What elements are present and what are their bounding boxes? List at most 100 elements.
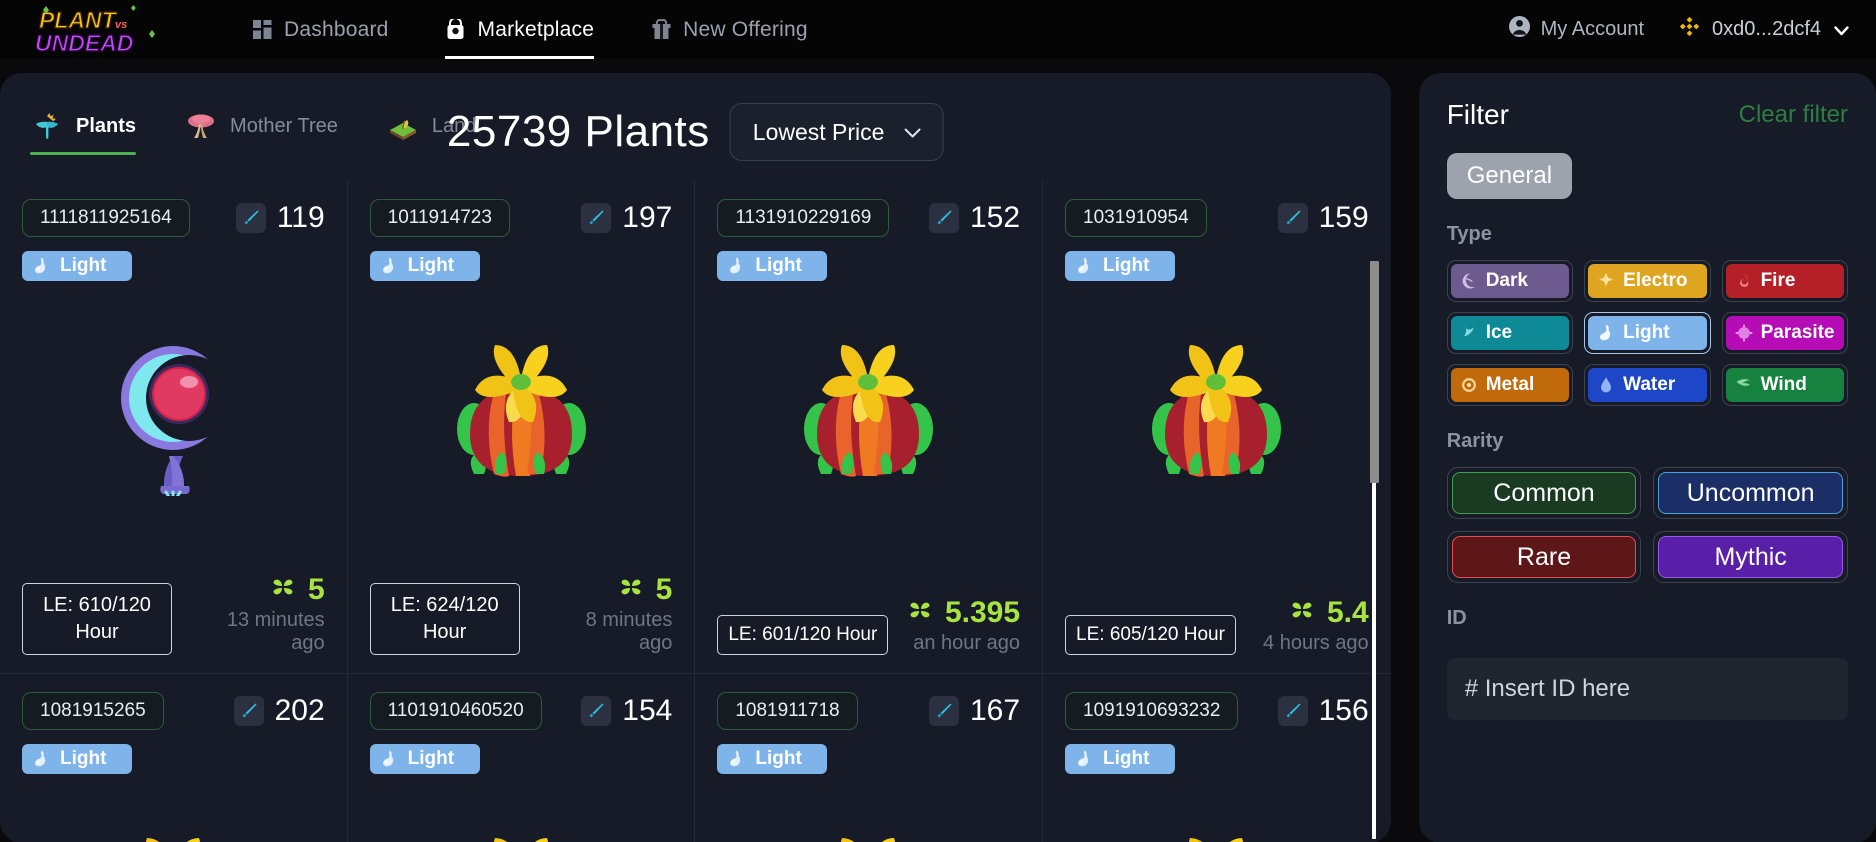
tab-plants[interactable]: Plants — [30, 109, 137, 155]
plant-artwork — [0, 301, 347, 521]
nav-label-dashboard: Dashboard — [284, 17, 389, 41]
price-row: 5.4 — [1287, 595, 1369, 630]
sort-dropdown[interactable]: Lowest Price — [729, 103, 944, 161]
clover-icon — [268, 572, 298, 607]
type-filter-fire[interactable]: Fire — [1721, 260, 1848, 302]
card-header: 1101910460520 154 — [369, 692, 673, 730]
price-row: 5.395 — [905, 595, 1020, 630]
card-footer: LE: 610/120 Hour 5 13 minutes ago — [22, 572, 325, 655]
plant-card[interactable]: 1031910954 159 Light LE: 605/120 Hour 5.4 4 h… — [1043, 181, 1391, 674]
power-group: 156 — [1277, 694, 1369, 728]
rarity-filter-mythic[interactable]: Mythic — [1653, 531, 1848, 583]
type-filter-dark[interactable]: Dark — [1446, 260, 1574, 302]
tab-label-plants: Plants — [76, 114, 137, 137]
scrollbar-thumb[interactable] — [1369, 261, 1379, 483]
card-footer: LE: 605/120 Hour 5.4 4 hours ago — [1065, 595, 1369, 655]
title-and-sort: 25739 Plants Lowest Price — [447, 103, 944, 161]
plant-id-pill[interactable]: 1031910954 — [1065, 199, 1207, 237]
plant-id-pill[interactable]: 1131910229169 — [717, 199, 890, 237]
type-filter-wind[interactable]: Wind — [1721, 364, 1848, 406]
light-element-icon — [1073, 255, 1095, 277]
type-filter-electro[interactable]: Electro — [1584, 260, 1711, 302]
plant-type-badge: Light — [369, 251, 480, 281]
plant-id-pill[interactable]: 1081911718 — [717, 692, 858, 730]
card-header: 1091910693232 156 — [1065, 692, 1369, 730]
wind-element-icon — [1734, 375, 1754, 395]
my-account-button[interactable]: My Account — [1508, 15, 1644, 44]
type-filter-metal[interactable]: Metal — [1446, 364, 1574, 406]
chevron-down-icon[interactable] — [1832, 21, 1850, 39]
plant-card[interactable]: 1081915265 202 Light — [0, 674, 348, 842]
category-tabs: Plants Mother Tree Land — [30, 109, 476, 155]
type-section-label: Type — [1446, 223, 1492, 245]
plant-artwork — [348, 301, 695, 521]
plant-card[interactable]: 1091910693232 156 Light — [1043, 674, 1391, 842]
type-filter-water[interactable]: Water — [1584, 364, 1711, 406]
tab-mother-tree[interactable]: Mother Tree — [184, 109, 338, 155]
plant-card[interactable]: 1101910460520 154 Light — [348, 674, 696, 842]
power-value: 152 — [969, 201, 1021, 234]
plant-card[interactable]: 1111811925164 119 Light LE: 610/120 Hour 5 13… — [0, 181, 348, 674]
type-filter-parasite[interactable]: Parasite — [1721, 312, 1848, 354]
fire-element-icon — [1734, 271, 1754, 291]
metal-element-icon — [1459, 375, 1479, 395]
app-logo[interactable]: PLANT vs UNDEAD — [31, 4, 166, 56]
header-right-group: My Account 0xd0...2dcf4 — [1508, 0, 1850, 59]
plant-id-pill[interactable]: 1011914723 — [369, 199, 510, 237]
plant-id-pill[interactable]: 1091910693232 — [1065, 692, 1239, 730]
type-filter-light[interactable]: Light — [1584, 312, 1711, 354]
my-account-label: My Account — [1540, 18, 1645, 40]
wallet-button[interactable]: 0xd0...2dcf4 — [1678, 15, 1850, 44]
type-filter-grid: Dark Electro Fire Ice Light Parasite Metal Wate… — [1446, 260, 1848, 406]
power-value: 119 — [276, 201, 325, 234]
le-box: LE: 601/120 Hour — [717, 615, 889, 655]
gift-icon — [650, 19, 672, 41]
price-meta: 5.395 an hour ago — [905, 595, 1020, 655]
vertical-scrollbar[interactable] — [1369, 261, 1379, 839]
plant-id-pill[interactable]: 1081915265 — [22, 692, 164, 730]
plant-card[interactable]: 1011914723 197 Light LE: 624/120 Hour 5 8 min… — [347, 181, 696, 674]
plant-id-pill[interactable]: 1101910460520 — [369, 692, 542, 730]
light-element-icon — [725, 748, 747, 770]
power-group: 197 — [581, 201, 672, 235]
plant-type-badge: Light — [1065, 744, 1176, 774]
dark-element-icon — [1459, 271, 1479, 291]
rarity-filter-uncommon[interactable]: Uncommon — [1653, 467, 1848, 519]
nav-item-new-offering[interactable]: New Offering — [650, 0, 808, 59]
plant-id-pill[interactable]: 1111811925164 — [22, 199, 190, 237]
card-header: 1081915265 202 — [22, 692, 325, 730]
sword-icon — [581, 203, 612, 233]
clear-filter-button[interactable]: Clear filter — [1739, 101, 1848, 129]
power-value: 154 — [622, 694, 673, 727]
chevron-down-icon — [903, 119, 923, 146]
plant-type-label: Light — [755, 255, 802, 276]
listed-time-ago: 8 minutes ago — [585, 609, 673, 654]
plant-type-badge: Light — [369, 744, 480, 774]
nav-item-dashboard[interactable]: Dashboard — [251, 0, 389, 59]
rarity-filter-label: Rare — [1516, 542, 1572, 571]
power-group: 202 — [233, 694, 325, 728]
plant-card[interactable]: 1081911718 167 Light — [695, 674, 1044, 842]
parasite-element-icon — [1734, 323, 1754, 343]
type-filter-label: Fire — [1760, 270, 1796, 291]
type-filter-ice[interactable]: Ice — [1446, 312, 1574, 354]
rarity-filter-rare[interactable]: Rare — [1446, 531, 1642, 583]
card-header: 1081911718 167 — [717, 692, 1020, 730]
id-search-input[interactable] — [1446, 658, 1848, 720]
sort-selected-value: Lowest Price — [752, 118, 885, 145]
sword-icon — [581, 696, 612, 726]
sword-icon — [1277, 696, 1308, 726]
plant-type-badge: Light — [1065, 251, 1176, 281]
card-footer: LE: 601/120 Hour 5.395 an hour ago — [717, 595, 1020, 655]
main-nav: Dashboard Marketplace New Offering — [251, 0, 808, 59]
filter-tab-general[interactable]: General — [1446, 153, 1573, 199]
clover-icon — [616, 572, 646, 607]
power-value: 197 — [622, 201, 673, 234]
rarity-filter-common[interactable]: Common — [1446, 467, 1642, 519]
nav-item-marketplace[interactable]: Marketplace — [444, 0, 595, 59]
card-header: 1111811925164 119 — [22, 199, 325, 237]
plant-card[interactable]: 1131910229169 152 Light LE: 601/120 Hour 5.3… — [695, 181, 1044, 674]
bag-icon — [445, 18, 467, 41]
light-element-icon — [378, 255, 400, 277]
plant-grid-scroll-area[interactable]: 1111811925164 119 Light LE: 610/120 Hour 5 13… — [0, 181, 1391, 842]
